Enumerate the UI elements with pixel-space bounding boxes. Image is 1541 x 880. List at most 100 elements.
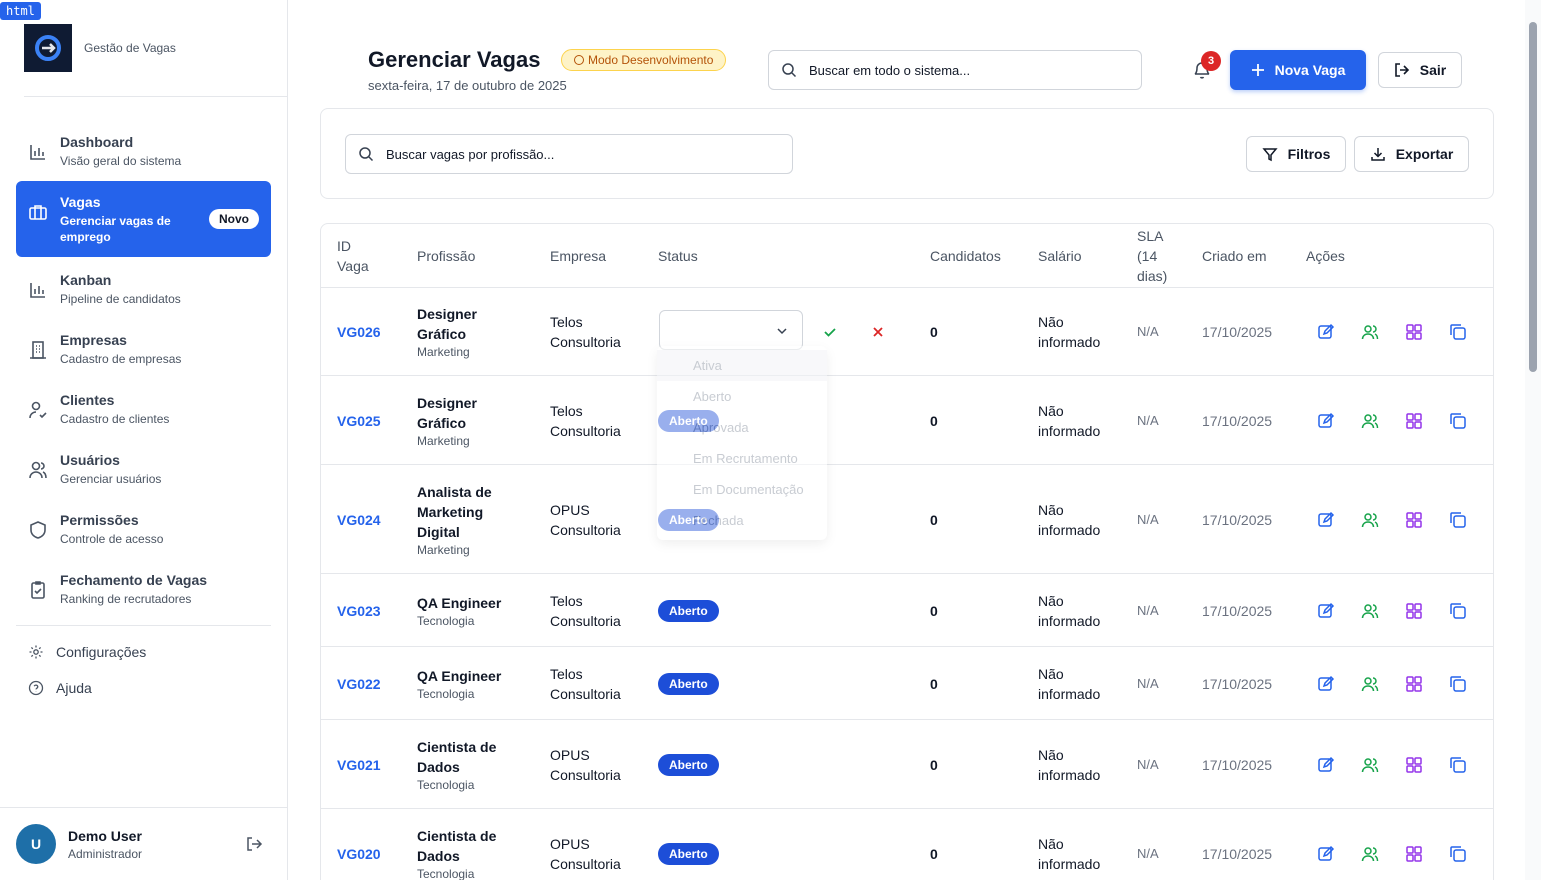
candidates-icon[interactable]: [1361, 845, 1379, 863]
sidebar-item-permissoes[interactable]: Permissões Controle de acesso: [16, 499, 271, 559]
table-row[interactable]: VG026 Designer Gráfico Marketing Telos C…: [321, 287, 1493, 376]
candidates-icon[interactable]: [1361, 412, 1379, 430]
chevron-down-icon: [777, 328, 787, 335]
copy-icon[interactable]: [1449, 602, 1467, 620]
column-header-sla[interactable]: SLA (14 dias): [1137, 226, 1167, 286]
sidebar-item-subtitle: Cadastro de empresas: [60, 352, 182, 366]
table-row[interactable]: VG021 Cientista de Dados Tecnologia OPUS…: [321, 720, 1493, 809]
sidebar-item-ajuda[interactable]: Ajuda: [28, 676, 146, 700]
job-id-link[interactable]: VG024: [337, 510, 381, 530]
candidates-icon[interactable]: [1361, 602, 1379, 620]
table-row[interactable]: VG025 Designer Gráfico Marketing Telos C…: [321, 376, 1493, 465]
building-icon: [30, 341, 46, 359]
sidebar-item-usuarios[interactable]: Usuários Gerenciar usuários: [16, 439, 271, 499]
kanban-icon[interactable]: [1405, 845, 1423, 863]
table-row[interactable]: VG023 QA Engineer Tecnologia Telos Consu…: [321, 574, 1493, 647]
status-option[interactable]: Em Recrutamento: [657, 443, 827, 474]
edit-icon[interactable]: [1317, 845, 1335, 863]
column-header-candidates[interactable]: Candidatos: [930, 246, 1001, 266]
edit-icon[interactable]: [1317, 412, 1335, 430]
edit-icon[interactable]: [1317, 602, 1335, 620]
job-id-link[interactable]: VG025: [337, 411, 381, 431]
column-header-created[interactable]: Criado em: [1202, 246, 1267, 266]
sidebar-item-kanban[interactable]: Kanban Pipeline de candidatos: [16, 259, 271, 319]
scrollbar[interactable]: [1525, 0, 1541, 880]
job-id-link[interactable]: VG022: [337, 674, 381, 694]
status-option[interactable]: Fechada: [657, 505, 827, 536]
candidates-icon[interactable]: [1361, 511, 1379, 529]
candidates-icon[interactable]: [1361, 675, 1379, 693]
kanban-icon[interactable]: [1405, 675, 1423, 693]
dev-mode-label: Modo Desenvolvimento: [588, 53, 714, 67]
column-header-status[interactable]: Status: [658, 246, 698, 266]
logout-icon[interactable]: [245, 835, 263, 853]
status-badge[interactable]: Aberto: [658, 599, 719, 622]
created-date: 17/10/2025: [1202, 756, 1273, 773]
help-icon: [28, 680, 44, 696]
sla-cell: N/A: [1137, 511, 1159, 527]
circle-icon: [574, 55, 584, 65]
brand[interactable]: Gestão de Vagas: [24, 24, 176, 72]
column-header-id[interactable]: ID Vaga: [337, 236, 369, 276]
copy-icon[interactable]: [1449, 412, 1467, 430]
column-header-salary[interactable]: Salário: [1038, 246, 1082, 266]
candidates-icon[interactable]: [1361, 323, 1379, 341]
kanban-icon[interactable]: [1405, 602, 1423, 620]
profession-cell: Analista de Marketing Digital Marketing: [417, 482, 492, 558]
job-id-link[interactable]: VG021: [337, 755, 381, 775]
sidebar-item-clientes[interactable]: Clientes Cadastro de clientes: [16, 379, 271, 439]
status-badge[interactable]: Aberto: [658, 842, 719, 865]
status-option[interactable]: Ativa: [657, 350, 827, 381]
logout-button[interactable]: Sair: [1378, 52, 1462, 88]
column-header-company[interactable]: Empresa: [550, 246, 606, 266]
confirm-check-icon[interactable]: [822, 324, 838, 340]
cancel-x-icon[interactable]: [870, 324, 886, 340]
job-search-input[interactable]: [386, 146, 686, 162]
bar-chart-icon: [30, 145, 45, 160]
copy-icon[interactable]: [1449, 756, 1467, 774]
copy-icon[interactable]: [1449, 675, 1467, 693]
filters-button[interactable]: Filtros: [1246, 136, 1346, 172]
job-id-link[interactable]: VG023: [337, 601, 381, 621]
copy-icon[interactable]: [1449, 323, 1467, 341]
edit-icon[interactable]: [1317, 323, 1335, 341]
edit-icon[interactable]: [1317, 511, 1335, 529]
table-row[interactable]: VG020 Cientista de Dados Tecnologia OPUS…: [321, 809, 1493, 880]
sidebar-item-empresas[interactable]: Empresas Cadastro de empresas: [16, 319, 271, 379]
status-badge[interactable]: Aberto: [658, 753, 719, 776]
sidebar-item-configuracoes[interactable]: Configurações: [28, 640, 146, 664]
profession-name: QA Engineer: [417, 667, 502, 684]
avatar[interactable]: U: [16, 824, 56, 864]
sidebar-item-fechamento[interactable]: Fechamento de Vagas Ranking de recrutador…: [16, 559, 271, 619]
candidates-count: 0: [930, 845, 938, 862]
copy-icon[interactable]: [1449, 845, 1467, 863]
edit-icon[interactable]: [1317, 756, 1335, 774]
user-profile: U Demo User Administrador: [16, 824, 271, 864]
edit-icon[interactable]: [1317, 675, 1335, 693]
global-search-input[interactable]: [809, 62, 1109, 78]
table-row[interactable]: VG024 Analista de Marketing Digital Mark…: [321, 465, 1493, 574]
job-id-link[interactable]: VG026: [337, 322, 381, 342]
kanban-icon[interactable]: [1405, 412, 1423, 430]
kanban-icon[interactable]: [1405, 511, 1423, 529]
sla-cell: N/A: [1137, 602, 1159, 618]
sidebar-item-vagas[interactable]: Vagas Gerenciar vagas de emprego Novo: [16, 181, 271, 257]
status-badge[interactable]: Aberto: [658, 672, 719, 695]
table-row[interactable]: VG022 QA Engineer Tecnologia Telos Consu…: [321, 647, 1493, 720]
status-select[interactable]: [659, 310, 803, 350]
divider: [16, 625, 271, 626]
job-id-link[interactable]: VG020: [337, 844, 381, 864]
new-job-button[interactable]: Nova Vaga: [1230, 50, 1366, 90]
export-button[interactable]: Exportar: [1354, 136, 1469, 172]
sidebar-item-dashboard[interactable]: Dashboard Visão geral do sistema: [16, 121, 271, 181]
sla-cell: N/A: [1137, 675, 1159, 691]
column-header-profession[interactable]: Profissão: [417, 246, 475, 266]
kanban-icon[interactable]: [1405, 323, 1423, 341]
scrollbar-thumb[interactable]: [1529, 22, 1537, 372]
candidates-icon[interactable]: [1361, 756, 1379, 774]
copy-icon[interactable]: [1449, 511, 1467, 529]
status-option[interactable]: Em Documentação: [657, 474, 827, 505]
status-option[interactable]: Aberto: [657, 381, 827, 412]
status-option[interactable]: Aprovada: [657, 412, 827, 443]
kanban-icon[interactable]: [1405, 756, 1423, 774]
